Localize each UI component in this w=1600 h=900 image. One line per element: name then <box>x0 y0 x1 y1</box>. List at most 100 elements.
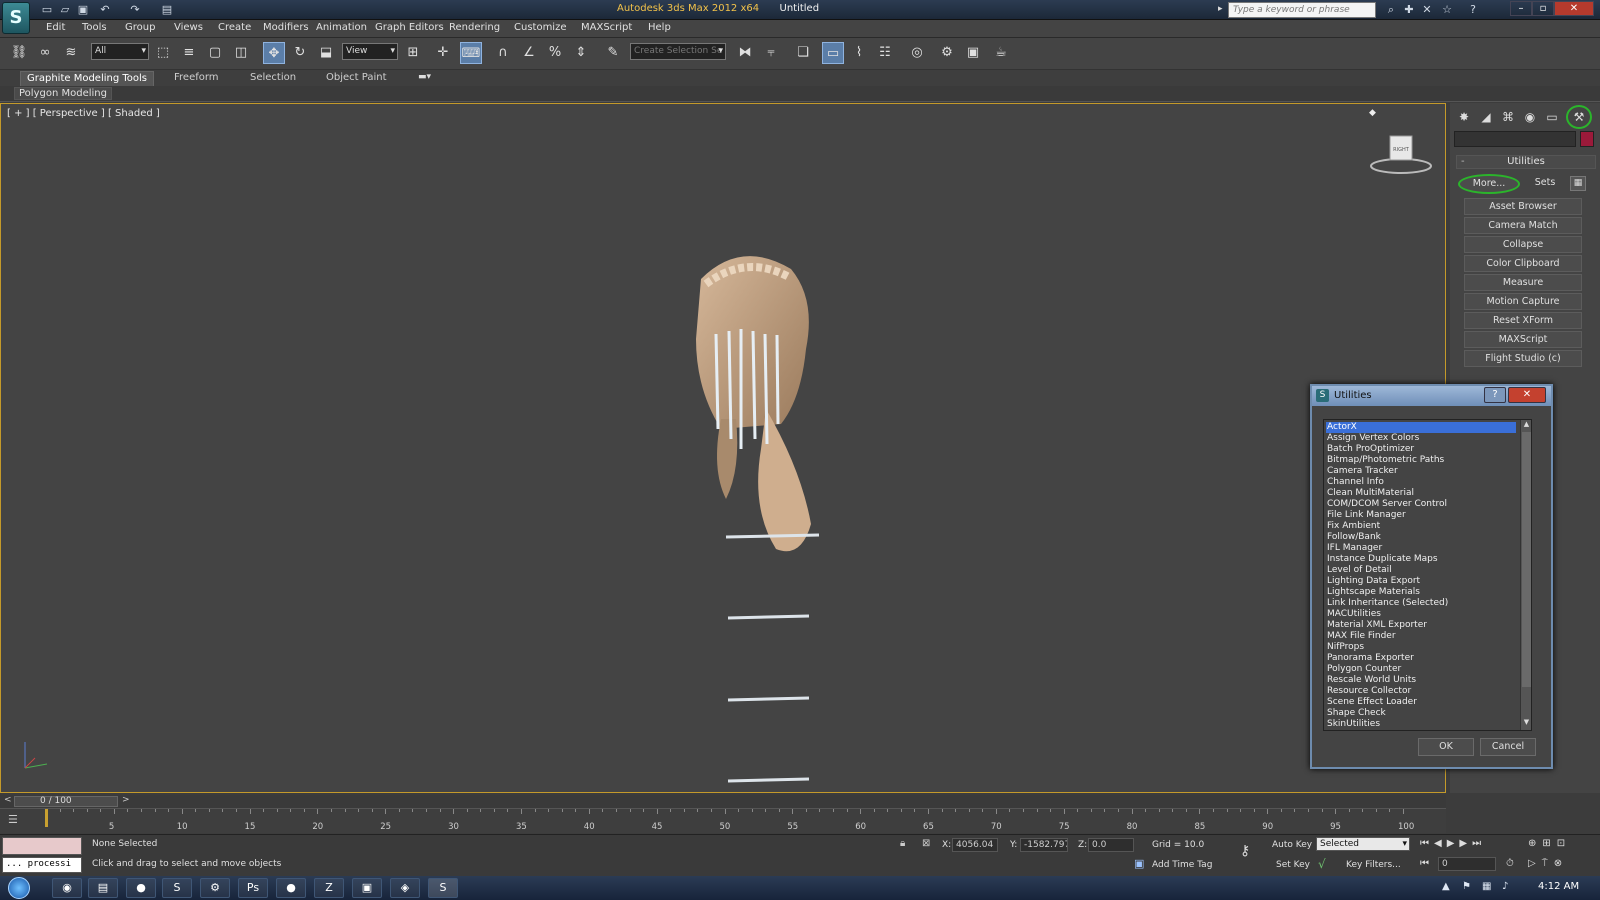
playback-controls[interactable]: ⏮◀▶▶⏭ <box>1420 838 1486 849</box>
utility-list-item[interactable]: Strokes <box>1326 730 1516 731</box>
new-file-icon[interactable]: ▭ <box>40 3 54 17</box>
z-coordinate-field[interactable]: 0.0 <box>1088 838 1134 852</box>
select-object-icon[interactable]: ⬚ <box>152 42 174 64</box>
explorer-icon[interactable]: ▤ <box>88 878 118 898</box>
viewport-navigation-icons[interactable]: ⊕⊞⊡ <box>1528 838 1571 849</box>
menu-edit[interactable]: Edit <box>46 22 65 33</box>
save-icon[interactable]: ▣ <box>76 3 90 17</box>
viewcube[interactable]: RIGHT <box>1366 132 1436 176</box>
utility-list-item[interactable]: Material XML Exporter <box>1326 620 1516 631</box>
time-slider-prev[interactable]: < <box>4 795 12 805</box>
object-name-field[interactable] <box>1454 131 1576 147</box>
3ds-max-taskbar-icon[interactable]: S <box>428 878 458 898</box>
set-key-button[interactable]: Set Key <box>1276 860 1310 870</box>
utilities-listbox[interactable]: ActorX Assign Vertex Colors Batch ProOptim… <box>1323 419 1532 731</box>
menu-maxscript[interactable]: MAXScript <box>581 22 632 33</box>
listbox-scrollbar[interactable]: ▲ ▼ <box>1520 420 1531 730</box>
key-filters-button[interactable]: Key Filters... <box>1346 860 1401 870</box>
minimize-button[interactable]: – <box>1510 1 1532 16</box>
menu-create[interactable]: Create <box>218 22 251 33</box>
application-menu-button[interactable]: S <box>2 2 30 34</box>
bind-space-warp-icon[interactable]: ≋ <box>60 42 82 64</box>
x-coordinate-field[interactable]: 4056.04 <box>952 838 998 852</box>
utility-list-item[interactable]: Resource Collector <box>1326 686 1516 697</box>
material-editor-icon[interactable]: ◎ <box>906 42 928 64</box>
time-slider[interactable]: < 0 / 100 > <box>0 795 1446 808</box>
select-by-name-icon[interactable]: ≡ <box>178 42 200 64</box>
scroll-up-icon[interactable]: ▲ <box>1522 420 1531 431</box>
flight-studio-button[interactable]: Flight Studio (c) <box>1464 350 1582 367</box>
select-manipulate-icon[interactable]: ✛ <box>432 42 454 64</box>
dialog-title-bar[interactable]: S Utilities ? ✕ <box>1312 386 1551 406</box>
key-mode-toggle-icon[interactable]: √ <box>1318 857 1326 871</box>
utility-list-item[interactable]: Rescale World Units <box>1326 675 1516 686</box>
taskbar-clock[interactable]: 4:12 AM <box>1538 881 1579 892</box>
render-production-icon[interactable]: ☕ <box>990 42 1012 64</box>
menu-rendering[interactable]: Rendering <box>449 22 500 33</box>
cancel-button[interactable]: Cancel <box>1480 738 1536 756</box>
asset-browser-button[interactable]: Asset Browser <box>1464 198 1582 215</box>
render-setup-icon[interactable]: ⚙ <box>936 42 958 64</box>
percent-snap-icon[interactable]: % <box>544 42 566 64</box>
utility-list-item[interactable]: MAX File Finder <box>1326 631 1516 642</box>
tab-selection[interactable]: Selection <box>244 71 302 86</box>
photoshop-icon[interactable]: Ps <box>238 878 268 898</box>
search-input[interactable]: Type a keyword or phrase <box>1228 2 1376 18</box>
utility-list-item[interactable]: Level of Detail <box>1326 565 1516 576</box>
close-button[interactable]: ✕ <box>1554 1 1594 16</box>
utilities-tab-icon[interactable]: ⚒ <box>1566 105 1592 129</box>
measure-button[interactable]: Measure <box>1464 274 1582 291</box>
time-tag-icon[interactable]: ▣ <box>1134 857 1144 870</box>
utility-list-item[interactable]: Camera Tracker <box>1326 466 1516 477</box>
tray-network-icon[interactable]: ▦ <box>1482 881 1491 892</box>
collapse-button[interactable]: Collapse <box>1464 236 1582 253</box>
object-color-swatch[interactable] <box>1580 131 1594 147</box>
menu-tools[interactable]: Tools <box>82 22 107 33</box>
auto-key-button[interactable]: Auto Key <box>1272 840 1312 850</box>
utility-list-item[interactable]: Lighting Data Export <box>1326 576 1516 587</box>
graphite-toggle-icon[interactable]: ▭ <box>822 42 844 64</box>
search-expand-icon[interactable]: ▸ <box>1218 4 1223 14</box>
maxscript-output[interactable]: ... processi <box>2 857 82 873</box>
select-and-rotate-icon[interactable]: ↻ <box>289 42 311 64</box>
pivot-center-icon[interactable]: ⊞ <box>402 42 424 64</box>
tab-graphite-modeling-tools[interactable]: Graphite Modeling Tools <box>20 71 154 86</box>
utility-list-item[interactable]: Scene Effect Loader <box>1326 697 1516 708</box>
scrollbar-thumb[interactable] <box>1522 432 1531 687</box>
steam-icon[interactable]: ⚙ <box>200 878 230 898</box>
utility-list-item[interactable]: Instance Duplicate Maps <box>1326 554 1516 565</box>
undo-icon[interactable]: ↶ <box>98 3 112 17</box>
utility-list-item[interactable]: File Link Manager <box>1326 510 1516 521</box>
snaps-toggle-icon[interactable]: ∩ <box>492 42 514 64</box>
rectangular-selection-icon[interactable]: ▢ <box>204 42 226 64</box>
current-frame-field[interactable]: 0 <box>1438 857 1496 871</box>
communication-icon[interactable]: ✕ <box>1420 3 1434 17</box>
utility-list-item[interactable]: ActorX <box>1326 422 1516 433</box>
spinner-snap-icon[interactable]: ⇕ <box>570 42 592 64</box>
motion-tab-icon[interactable]: ◉ <box>1520 107 1540 127</box>
utilities-rollout-header[interactable]: - Utilities <box>1456 155 1596 169</box>
viewport-label[interactable]: [ + ] [ Perspective ] [ Shaded ] <box>7 108 160 119</box>
rollout-collapse-icon[interactable]: - <box>1461 156 1465 168</box>
hierarchy-tab-icon[interactable]: ⌘ <box>1498 107 1518 127</box>
select-and-move-icon[interactable]: ✥ <box>263 42 285 64</box>
start-button[interactable] <box>8 877 30 899</box>
utility-list-item[interactable]: COM/DCOM Server Control <box>1326 499 1516 510</box>
polygon-modeling-panel[interactable]: Polygon Modeling <box>14 87 112 100</box>
utility-list-item[interactable]: IFL Manager <box>1326 543 1516 554</box>
align-icon[interactable]: ⫧ <box>760 42 782 64</box>
project-folder-icon[interactable]: ▤ <box>160 3 174 17</box>
ribbon-options-icon[interactable]: ▬▾ <box>418 72 431 82</box>
dialog-close-button[interactable]: ✕ <box>1508 387 1546 403</box>
utility-list-item[interactable]: Batch ProOptimizer <box>1326 444 1516 455</box>
selection-lock-icon[interactable]: 🔒︎ <box>900 838 905 849</box>
unity-icon[interactable]: ◈ <box>390 878 420 898</box>
more-button[interactable]: More... <box>1458 174 1520 194</box>
utility-list-item[interactable]: NifProps <box>1326 642 1516 653</box>
subscription-icon[interactable]: ✚ <box>1402 3 1416 17</box>
schematic-view-icon[interactable]: ☷ <box>874 42 896 64</box>
track-bar[interactable]: ☰ 5 10 15 20 25 30 35 40 45 50 55 60 65 70 75 80 85 90 95 1… <box>0 808 1446 833</box>
selection-filter-dropdown[interactable]: All ▾ <box>91 43 149 60</box>
utility-list-item[interactable]: Panorama Exporter <box>1326 653 1516 664</box>
dialog-help-button[interactable]: ? <box>1484 387 1506 403</box>
